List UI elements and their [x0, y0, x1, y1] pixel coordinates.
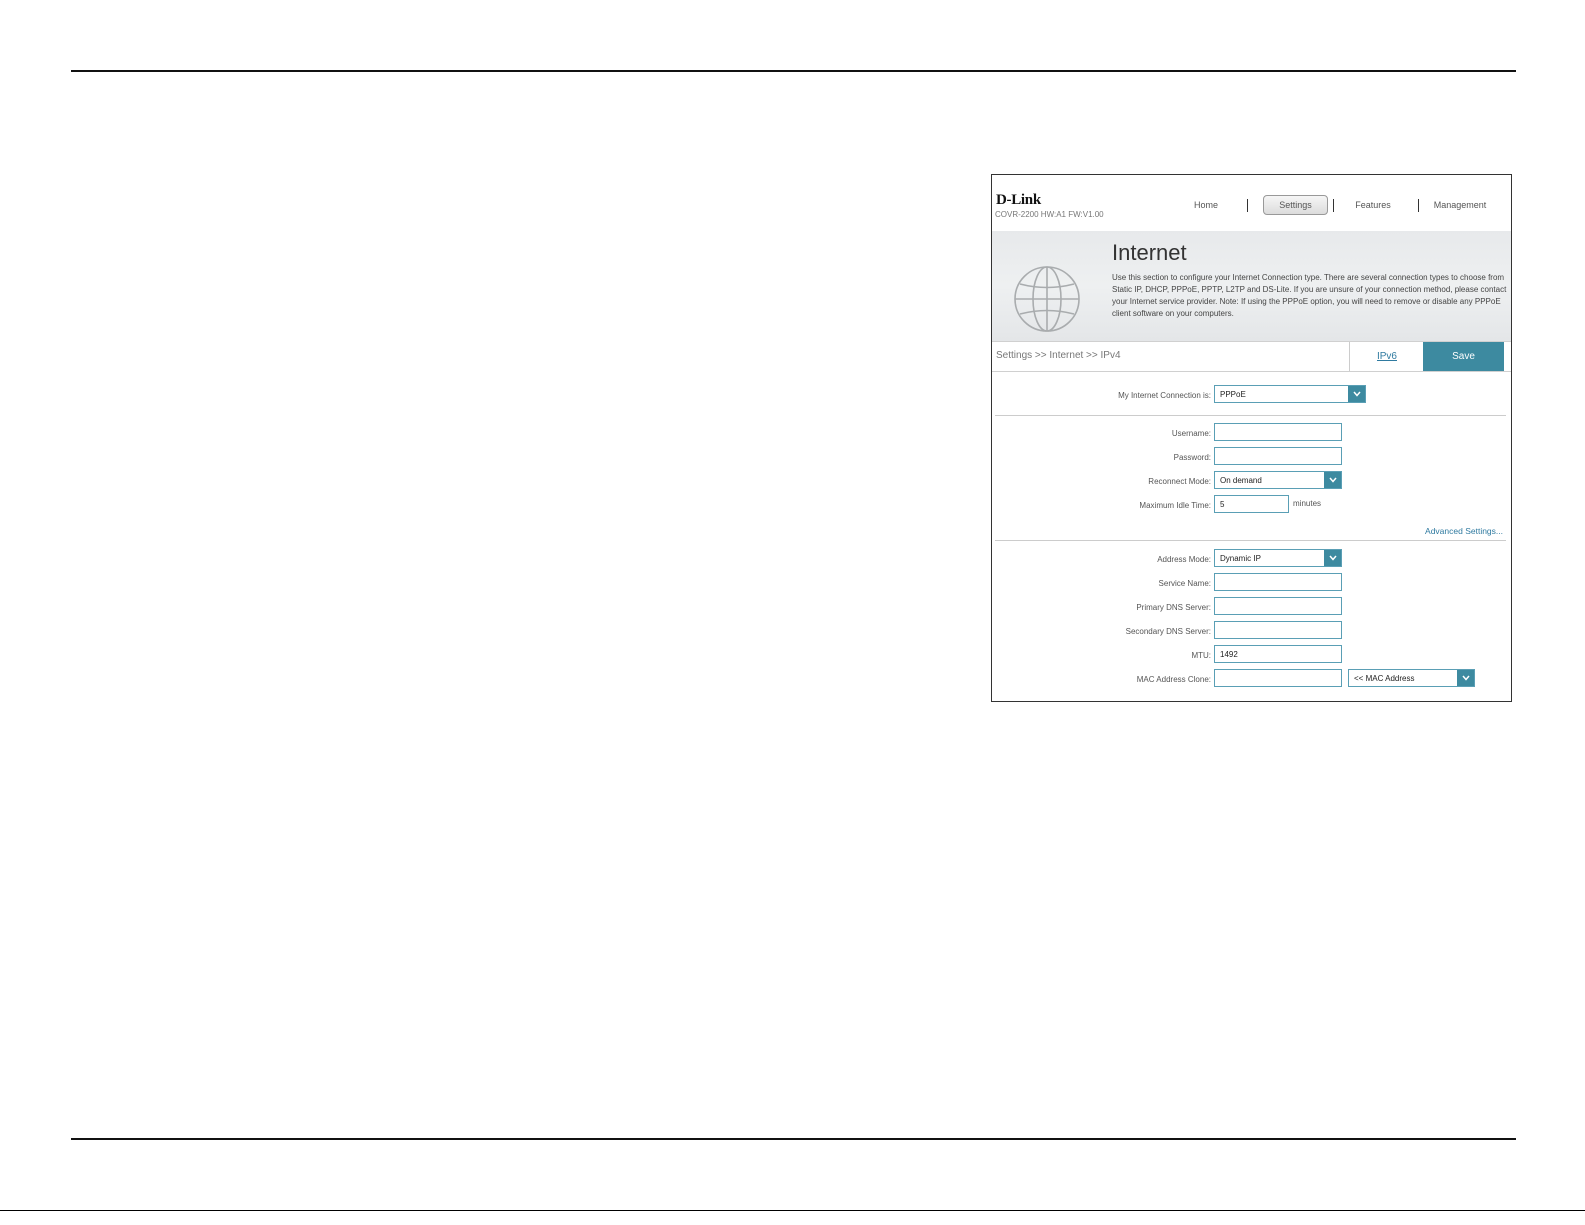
secondary-dns-label: Secondary DNS Server:: [1125, 627, 1211, 636]
nav-features[interactable]: Features: [1337, 196, 1409, 214]
page-title: Internet: [1112, 240, 1187, 265]
mtu-input[interactable]: 1492: [1214, 645, 1342, 663]
address-mode-label: Address Mode:: [1157, 555, 1211, 564]
max-idle-time-input[interactable]: 5: [1214, 495, 1289, 513]
router-ui-screenshot: D-Link COVR-2200 HW:A1 FW:V1.00 Home Set…: [991, 174, 1512, 702]
mac-clone-input[interactable]: [1214, 669, 1342, 687]
connection-type-select[interactable]: PPPoE: [1214, 385, 1366, 403]
section-divider: [995, 540, 1506, 541]
chevron-down-icon: [1348, 386, 1365, 402]
page-bottom-edge: [0, 1210, 1585, 1211]
mac-clone-label: MAC Address Clone:: [1136, 675, 1211, 684]
password-input[interactable]: [1214, 447, 1342, 465]
reconnect-mode-label: Reconnect Mode:: [1148, 477, 1211, 486]
mtu-label: MTU:: [1191, 651, 1211, 660]
advanced-settings-link[interactable]: Advanced Settings...: [1425, 526, 1503, 536]
mac-address-select[interactable]: << MAC Address: [1348, 669, 1475, 687]
service-name-label: Service Name:: [1158, 579, 1211, 588]
username-input[interactable]: [1214, 423, 1342, 441]
connection-type-label: My Internet Connection is:: [1118, 391, 1211, 400]
secondary-dns-input[interactable]: [1214, 621, 1342, 639]
nav-separator: [1418, 199, 1419, 212]
breadcrumb-bar: Settings >> Internet >> IPv4 IPv6 Save: [992, 341, 1511, 372]
nav-settings[interactable]: Settings: [1263, 195, 1328, 215]
mac-address-select-value: << MAC Address: [1354, 673, 1415, 683]
max-idle-time-label: Maximum Idle Time:: [1139, 501, 1211, 510]
primary-dns-label: Primary DNS Server:: [1136, 603, 1211, 612]
nav-separator: [1247, 199, 1248, 212]
reconnect-mode-value: On demand: [1220, 475, 1262, 485]
save-button[interactable]: Save: [1423, 342, 1504, 371]
page-bottom-rule: [71, 1138, 1516, 1140]
page-description: Use this section to configure your Inter…: [1112, 273, 1507, 318]
idle-time-unit: minutes: [1293, 499, 1322, 508]
chevron-down-icon: [1457, 670, 1474, 686]
chevron-down-icon: [1324, 550, 1341, 566]
reconnect-mode-select[interactable]: On demand: [1214, 471, 1342, 489]
nav-management[interactable]: Management: [1420, 196, 1500, 214]
section-divider: [995, 415, 1506, 416]
page-top-rule: [71, 70, 1516, 72]
primary-dns-input[interactable]: [1214, 597, 1342, 615]
ipv6-link[interactable]: IPv6: [1349, 342, 1424, 371]
breadcrumb: Settings >> Internet >> IPv4: [996, 350, 1121, 361]
nav-separator: [1333, 199, 1334, 212]
chevron-down-icon: [1324, 472, 1341, 488]
brand-logo: D-Link: [996, 192, 1041, 208]
nav-home[interactable]: Home: [1181, 196, 1231, 214]
username-label: Username:: [1171, 429, 1211, 438]
address-mode-value: Dynamic IP: [1220, 553, 1261, 563]
router-header: D-Link COVR-2200 HW:A1 FW:V1.00 Home Set…: [992, 175, 1511, 231]
connection-type-value: PPPoE: [1220, 389, 1246, 399]
model-info: COVR-2200 HW:A1 FW:V1.00: [995, 210, 1104, 219]
address-mode-select[interactable]: Dynamic IP: [1214, 549, 1342, 567]
password-label: Password:: [1173, 453, 1211, 462]
section-banner: Internet Use this section to configure y…: [992, 231, 1511, 341]
service-name-input[interactable]: [1214, 573, 1342, 591]
globe-icon: [1014, 266, 1080, 332]
